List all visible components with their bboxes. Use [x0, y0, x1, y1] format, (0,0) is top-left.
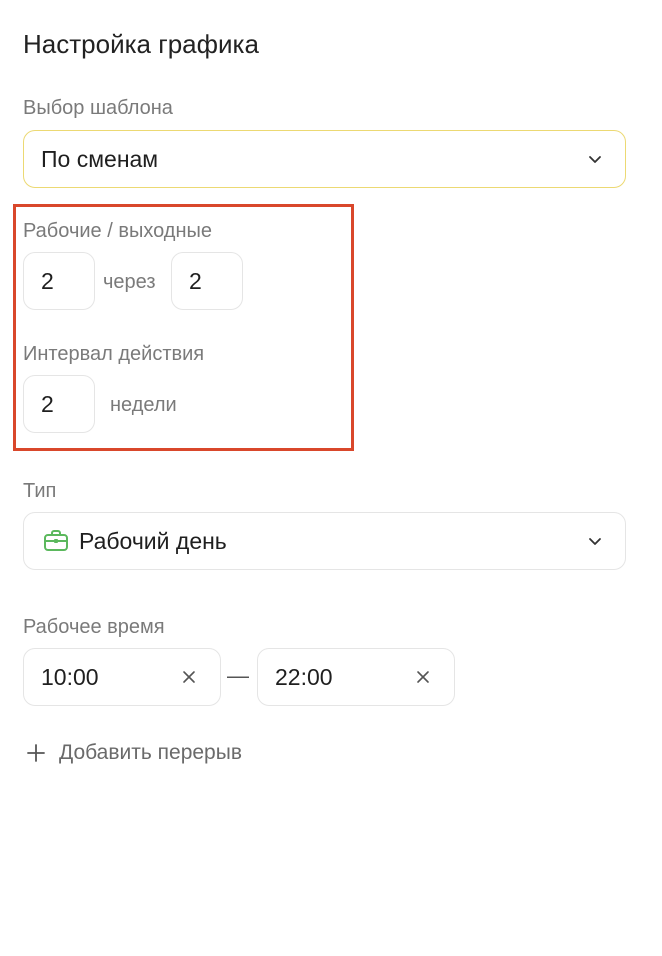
- chevron-down-icon: [589, 538, 601, 545]
- template-label: Выбор шаблона: [23, 97, 173, 119]
- interval-unit-text: недели: [110, 394, 177, 416]
- template-select-value: По сменам: [41, 145, 159, 172]
- type-select-value: Рабочий день: [79, 527, 227, 554]
- interval-label: Интервал действия: [23, 343, 205, 365]
- time-range-dash: —: [227, 663, 249, 688]
- interval-input[interactable]: 2: [23, 375, 95, 433]
- page-title: Настройка графика: [23, 29, 259, 59]
- shift-label: Рабочие / выходные: [23, 220, 212, 242]
- add-break-button[interactable]: Добавить перерыв: [27, 741, 242, 765]
- end-time-value: 22:00: [275, 663, 333, 690]
- clear-end-time-icon[interactable]: [416, 670, 430, 684]
- chevron-down-icon: [589, 156, 601, 163]
- start-time-input[interactable]: 10:00: [23, 648, 221, 706]
- end-time-input[interactable]: 22:00: [257, 648, 455, 706]
- work-days-input[interactable]: 2: [23, 252, 95, 310]
- type-select[interactable]: Рабочий день: [23, 512, 626, 570]
- shift-separator-text: через: [103, 271, 156, 293]
- type-label: Тип: [23, 480, 57, 502]
- off-days-input[interactable]: 2: [171, 252, 243, 310]
- start-time-value: 10:00: [41, 663, 99, 690]
- work-time-label: Рабочее время: [23, 616, 165, 638]
- briefcase-icon: [44, 530, 68, 551]
- template-select[interactable]: По сменам: [23, 130, 626, 188]
- clear-start-time-icon[interactable]: [182, 670, 196, 684]
- add-break-label: Добавить перерыв: [59, 741, 242, 764]
- plus-icon: [27, 744, 45, 762]
